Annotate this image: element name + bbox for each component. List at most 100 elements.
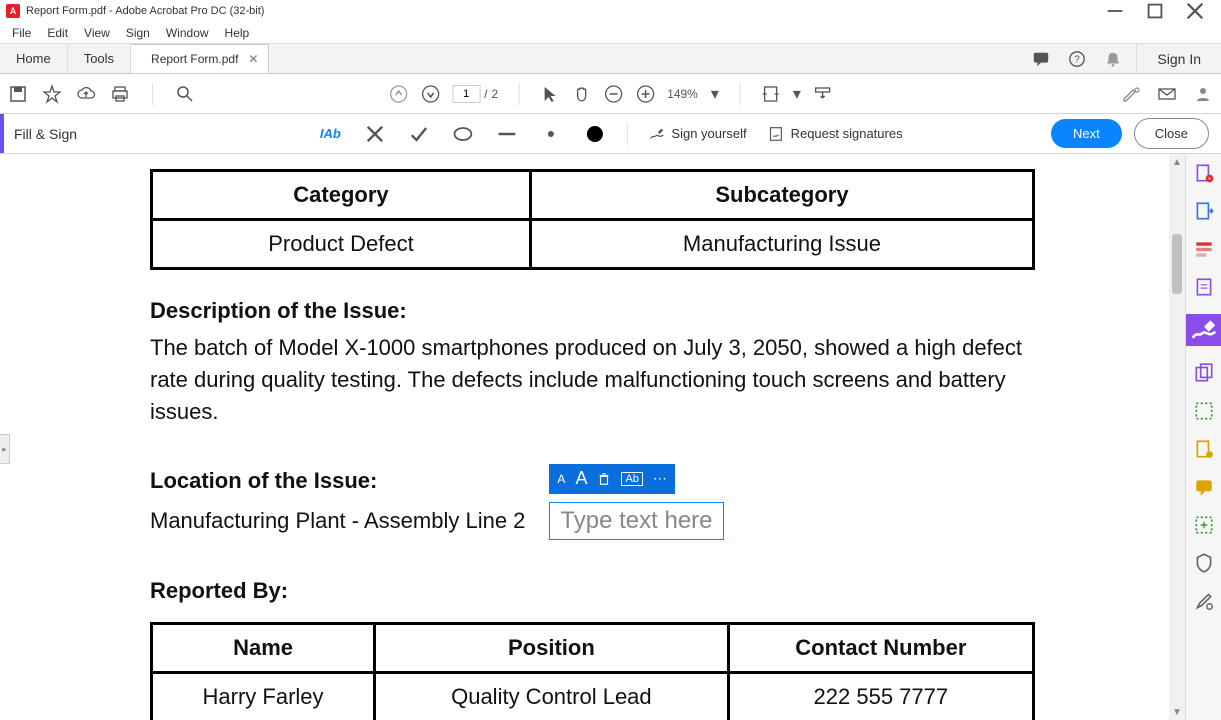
reported-by-table: Name Position Contact Number Harry Farle… bbox=[150, 622, 1035, 720]
fill-sign-toolbar: Fill & Sign IAb Sign yourself Request si… bbox=[0, 114, 1221, 154]
edit-pdf-icon[interactable] bbox=[1193, 238, 1215, 260]
increase-text-button[interactable]: A bbox=[575, 468, 587, 489]
color-picker-button[interactable] bbox=[582, 122, 606, 146]
more-options-button[interactable]: ⋯ bbox=[653, 470, 667, 487]
fit-width-icon[interactable] bbox=[761, 84, 781, 104]
tab-tools[interactable]: Tools bbox=[68, 44, 131, 73]
app-icon: A bbox=[6, 4, 20, 18]
protect-icon[interactable] bbox=[1193, 552, 1215, 574]
description-body: The batch of Model X-1000 smartphones pr… bbox=[150, 332, 1035, 428]
sign-in-link[interactable]: Sign In bbox=[1136, 44, 1221, 73]
next-button[interactable]: Next bbox=[1051, 119, 1122, 148]
tab-document[interactable]: Report Form.pdf ✕ bbox=[131, 44, 269, 73]
more-tools-icon[interactable] bbox=[1193, 590, 1215, 612]
save-icon[interactable] bbox=[8, 84, 28, 104]
line-tool-button[interactable] bbox=[494, 122, 518, 146]
comment-icon[interactable] bbox=[1032, 50, 1050, 68]
ab-field-button[interactable]: Ab bbox=[621, 472, 642, 486]
fit-dropdown-icon[interactable]: ▾ bbox=[793, 84, 801, 104]
export-pdf-icon[interactable] bbox=[1193, 200, 1215, 222]
document-viewport[interactable]: ▸ Category Subcategory Product Defect Ma… bbox=[0, 154, 1185, 720]
right-tool-rail: + bbox=[1185, 154, 1221, 720]
cursor-icon[interactable] bbox=[539, 84, 559, 104]
page-total: 2 bbox=[491, 87, 498, 101]
circle-tool-button[interactable] bbox=[450, 122, 474, 146]
text-input-placeholder: Type text here bbox=[560, 507, 712, 534]
compress-icon[interactable] bbox=[1193, 514, 1215, 536]
create-pdf-icon[interactable]: + bbox=[1193, 162, 1215, 184]
menu-view[interactable]: View bbox=[76, 24, 118, 42]
scroll-up-arrow[interactable]: ▲ bbox=[1169, 154, 1185, 170]
decrease-text-button[interactable]: A bbox=[557, 472, 565, 486]
cloud-upload-icon[interactable] bbox=[76, 84, 96, 104]
zoom-level: 149% bbox=[667, 87, 698, 101]
page-up-icon[interactable] bbox=[388, 84, 408, 104]
sign-yourself-button[interactable]: Sign yourself bbox=[647, 125, 746, 143]
minimize-button[interactable] bbox=[1095, 0, 1135, 22]
zoom-in-icon[interactable] bbox=[635, 84, 655, 104]
window-titlebar: A Report Form.pdf - Adobe Acrobat Pro DC… bbox=[0, 0, 1221, 22]
delete-field-button[interactable] bbox=[597, 472, 611, 486]
position-header: Position bbox=[375, 623, 729, 672]
fill-sign-tool-icon[interactable] bbox=[1186, 314, 1221, 346]
text-field-toolbar: A A Ab ⋯ bbox=[549, 464, 675, 494]
svg-text:+: + bbox=[1207, 177, 1210, 183]
menu-file[interactable]: File bbox=[4, 24, 39, 42]
request-signatures-label: Request signatures bbox=[791, 126, 903, 141]
reported-by-heading: Reported By: bbox=[150, 578, 1035, 604]
window-title: Report Form.pdf - Adobe Acrobat Pro DC (… bbox=[26, 5, 264, 17]
star-icon[interactable] bbox=[42, 84, 62, 104]
scrollbar-thumb[interactable] bbox=[1172, 234, 1182, 294]
comment-tool-icon[interactable] bbox=[1193, 476, 1215, 498]
menu-window[interactable]: Window bbox=[158, 24, 217, 42]
help-icon[interactable]: ? bbox=[1068, 50, 1086, 68]
organize-pages-icon[interactable] bbox=[1193, 276, 1215, 298]
hand-icon[interactable] bbox=[571, 84, 591, 104]
check-tool-button[interactable] bbox=[406, 122, 430, 146]
page-sep: / bbox=[484, 87, 487, 101]
sign-yourself-label: Sign yourself bbox=[671, 126, 746, 141]
request-signatures-button[interactable]: Request signatures bbox=[767, 125, 903, 143]
menu-help[interactable]: Help bbox=[217, 24, 258, 42]
maximize-button[interactable] bbox=[1135, 0, 1175, 22]
category-value: Product Defect bbox=[152, 220, 531, 269]
mail-icon[interactable] bbox=[1157, 84, 1177, 104]
share-icon[interactable] bbox=[1193, 400, 1215, 422]
dot-tool-button[interactable] bbox=[538, 122, 562, 146]
scroll-down-arrow[interactable]: ▼ bbox=[1169, 704, 1185, 720]
read-mode-icon[interactable] bbox=[813, 84, 833, 104]
close-panel-button[interactable]: Close bbox=[1134, 118, 1209, 149]
workspace: ▸ Category Subcategory Product Defect Ma… bbox=[0, 154, 1221, 720]
close-button[interactable] bbox=[1175, 0, 1215, 22]
bell-icon[interactable] bbox=[1104, 50, 1122, 68]
category-table: Category Subcategory Product Defect Manu… bbox=[150, 169, 1035, 270]
tab-home[interactable]: Home bbox=[0, 44, 68, 73]
menu-sign[interactable]: Sign bbox=[118, 24, 158, 42]
position-value: Quality Control Lead bbox=[375, 672, 729, 720]
search-icon[interactable] bbox=[175, 84, 195, 104]
page-down-icon[interactable] bbox=[420, 84, 440, 104]
menubar: File Edit View Sign Window Help bbox=[0, 22, 1221, 44]
left-pane-toggle[interactable]: ▸ bbox=[0, 434, 10, 464]
zoom-dropdown-icon[interactable]: ▾ bbox=[710, 84, 720, 104]
contact-value: 222 555 7777 bbox=[728, 672, 1033, 720]
contact-header: Contact Number bbox=[728, 623, 1033, 672]
category-header: Category bbox=[152, 171, 531, 220]
pen-share-icon[interactable] bbox=[1121, 84, 1141, 104]
stamp-icon[interactable] bbox=[1193, 438, 1215, 460]
menu-edit[interactable]: Edit bbox=[39, 24, 76, 42]
main-toolbar: / 2 149% ▾ ▾ bbox=[0, 74, 1221, 114]
person-icon[interactable] bbox=[1193, 84, 1213, 104]
svg-text:?: ? bbox=[1075, 54, 1081, 65]
tab-document-label: Report Form.pdf bbox=[151, 52, 238, 66]
text-tool-button[interactable]: IAb bbox=[318, 122, 342, 146]
text-input-field[interactable]: Type text here bbox=[549, 502, 723, 540]
location-heading: Location of the Issue: bbox=[150, 468, 377, 494]
x-mark-tool-button[interactable] bbox=[362, 122, 386, 146]
page-current-input[interactable] bbox=[452, 85, 480, 103]
vertical-scrollbar[interactable]: ▲ ▼ bbox=[1169, 154, 1185, 720]
zoom-out-icon[interactable] bbox=[603, 84, 623, 104]
tab-close-icon[interactable]: ✕ bbox=[248, 52, 258, 66]
combine-files-icon[interactable] bbox=[1193, 362, 1215, 384]
print-icon[interactable] bbox=[110, 84, 130, 104]
